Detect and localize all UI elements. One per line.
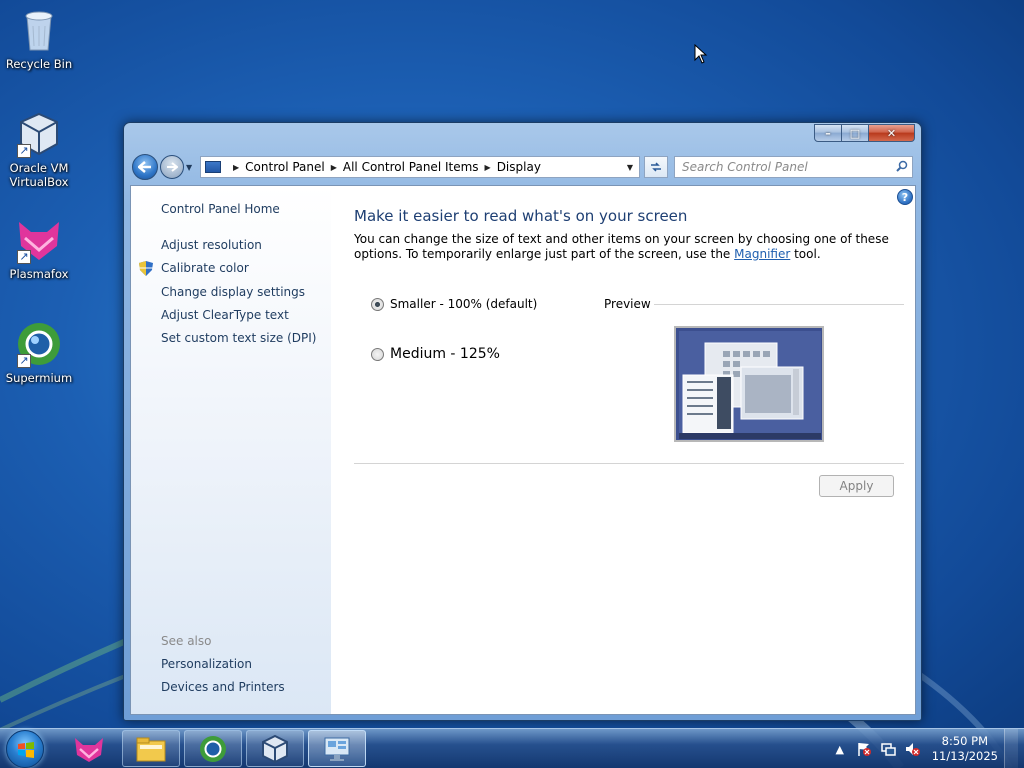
shortcut-arrow-icon: ↗	[17, 144, 31, 158]
sidebar-link-change-display-settings[interactable]: Change display settings	[161, 285, 305, 299]
help-icon[interactable]: ?	[897, 189, 913, 205]
desktop-icon-recycle-bin[interactable]: Recycle Bin	[1, 6, 77, 71]
breadcrumb-all-items[interactable]: All Control Panel Items	[343, 160, 479, 174]
search-box[interactable]: Search Control Panel	[674, 156, 913, 178]
content-area: Control Panel Home Adjust resolution Cal…	[130, 185, 916, 715]
sidebar-link-devices-printers[interactable]: Devices and Printers	[161, 680, 285, 694]
main-panel: ? Make it easier to read what's on your …	[331, 186, 915, 714]
control-panel-window: – □ ✕ ▼ ▶ Control Panel ▶ All Control Pa…	[123, 122, 922, 721]
option-label: Medium - 125%	[390, 346, 500, 362]
plasmafox-icon: ↗	[15, 216, 63, 264]
taskbar: ▲ 8:50 PM 11/13/2025	[0, 728, 1024, 768]
window-controls: – □ ✕	[814, 124, 915, 142]
taskbar-file-explorer[interactable]	[122, 730, 180, 767]
sidebar-link-calibrate-color[interactable]: Calibrate color	[161, 261, 249, 275]
virtualbox-icon: ↗	[15, 110, 63, 158]
start-button[interactable]	[6, 730, 44, 768]
windows-logo-icon	[18, 742, 34, 758]
plasmafox-icon	[75, 737, 103, 762]
network-icon[interactable]	[879, 741, 897, 757]
see-also-label: See also	[161, 634, 212, 648]
taskbar-virtualbox[interactable]	[246, 730, 304, 767]
option-smaller-100[interactable]: Smaller - 100% (default)	[371, 297, 537, 311]
minimize-button[interactable]: –	[814, 124, 842, 142]
search-placeholder: Search Control Panel	[682, 160, 808, 174]
back-arrow-icon	[138, 161, 151, 173]
folder-icon	[136, 737, 166, 761]
sidebar-link-custom-dpi[interactable]: Set custom text size (DPI)	[161, 331, 316, 345]
refresh-icon	[651, 162, 661, 172]
page-title: Make it easier to read what's on your sc…	[354, 207, 688, 225]
supermium-icon: ↗	[15, 320, 63, 368]
mouse-cursor-icon	[694, 44, 708, 64]
task-pane: Control Panel Home Adjust resolution Cal…	[131, 186, 331, 714]
desktop-icon-virtualbox[interactable]: ↗ Oracle VM VirtualBox	[1, 110, 77, 189]
control-panel-icon	[205, 161, 221, 173]
clock-date: 11/13/2025	[931, 749, 998, 763]
volume-muted-icon[interactable]	[903, 741, 921, 757]
apply-button[interactable]: Apply	[819, 475, 894, 497]
navigation-bar: ▼ ▶ Control Panel ▶ All Control Panel It…	[132, 153, 913, 181]
preview-divider	[654, 304, 904, 305]
page-description: You can change the size of text and othe…	[354, 232, 889, 261]
desktop-preview-icon	[679, 331, 821, 439]
taskbar-control-panel[interactable]	[308, 730, 366, 767]
section-divider	[354, 463, 904, 464]
shortcut-arrow-icon: ↗	[17, 354, 31, 368]
breadcrumb-separator-icon[interactable]: ▶	[485, 163, 491, 172]
uac-shield-icon	[139, 261, 153, 276]
close-button[interactable]: ✕	[869, 124, 915, 142]
address-bar[interactable]: ▶ Control Panel ▶ All Control Panel Item…	[200, 156, 640, 178]
back-button[interactable]	[132, 154, 158, 180]
breadcrumb-display[interactable]: Display	[497, 160, 541, 174]
sidebar-link-personalization[interactable]: Personalization	[161, 657, 252, 671]
shortcut-arrow-icon: ↗	[17, 250, 31, 264]
system-tray: ▲ 8:50 PM 11/13/2025	[828, 729, 1018, 768]
radio-button-checked[interactable]	[371, 297, 384, 311]
clock-time: 8:50 PM	[941, 734, 989, 748]
preview-image	[674, 326, 824, 442]
supermium-icon	[200, 735, 226, 762]
display-settings-icon	[324, 737, 350, 761]
sidebar-link-adjust-resolution[interactable]: Adjust resolution	[161, 238, 262, 252]
taskbar-plasmafox[interactable]	[60, 730, 118, 767]
forward-button[interactable]	[160, 155, 184, 179]
preview-label: Preview	[604, 297, 651, 311]
show-hidden-icons-button[interactable]: ▲	[831, 741, 849, 757]
desktop-icon-label: Recycle Bin	[5, 57, 73, 71]
recent-pages-dropdown[interactable]: ▼	[186, 163, 196, 172]
radio-button-unchecked[interactable]	[371, 347, 384, 361]
desktop-icon-plasmafox[interactable]: ↗ Plasmafox	[1, 216, 77, 281]
desktop-icon-supermium[interactable]: ↗ Supermium	[1, 320, 77, 385]
option-medium-125[interactable]: Medium - 125%	[371, 346, 500, 362]
maximize-button[interactable]: □	[842, 124, 869, 142]
recycle-bin-icon	[15, 6, 63, 54]
taskbar-supermium[interactable]	[184, 730, 242, 767]
sidebar-link-control-panel-home[interactable]: Control Panel Home	[161, 202, 280, 216]
forward-arrow-icon	[167, 162, 178, 172]
option-label: Smaller - 100% (default)	[390, 297, 538, 311]
virtualbox-icon	[262, 734, 288, 763]
clock[interactable]: 8:50 PM 11/13/2025	[932, 734, 998, 764]
breadcrumb-separator-icon[interactable]: ▶	[233, 163, 239, 172]
show-desktop-button[interactable]	[1004, 729, 1018, 768]
desktop-icon-label: Supermium	[5, 371, 73, 385]
breadcrumb-separator-icon[interactable]: ▶	[331, 163, 337, 172]
breadcrumb-control-panel[interactable]: Control Panel	[245, 160, 325, 174]
magnifier-link[interactable]: Magnifier	[734, 247, 790, 261]
address-dropdown-icon[interactable]: ▼	[621, 163, 639, 172]
action-center-icon[interactable]	[855, 741, 873, 757]
search-icon[interactable]	[892, 160, 912, 175]
refresh-button[interactable]	[644, 156, 668, 178]
desktop-icon-label: Oracle VM VirtualBox	[9, 161, 69, 189]
sidebar-link-adjust-cleartype[interactable]: Adjust ClearType text	[161, 308, 289, 322]
desktop-icon-label: Plasmafox	[9, 267, 69, 281]
